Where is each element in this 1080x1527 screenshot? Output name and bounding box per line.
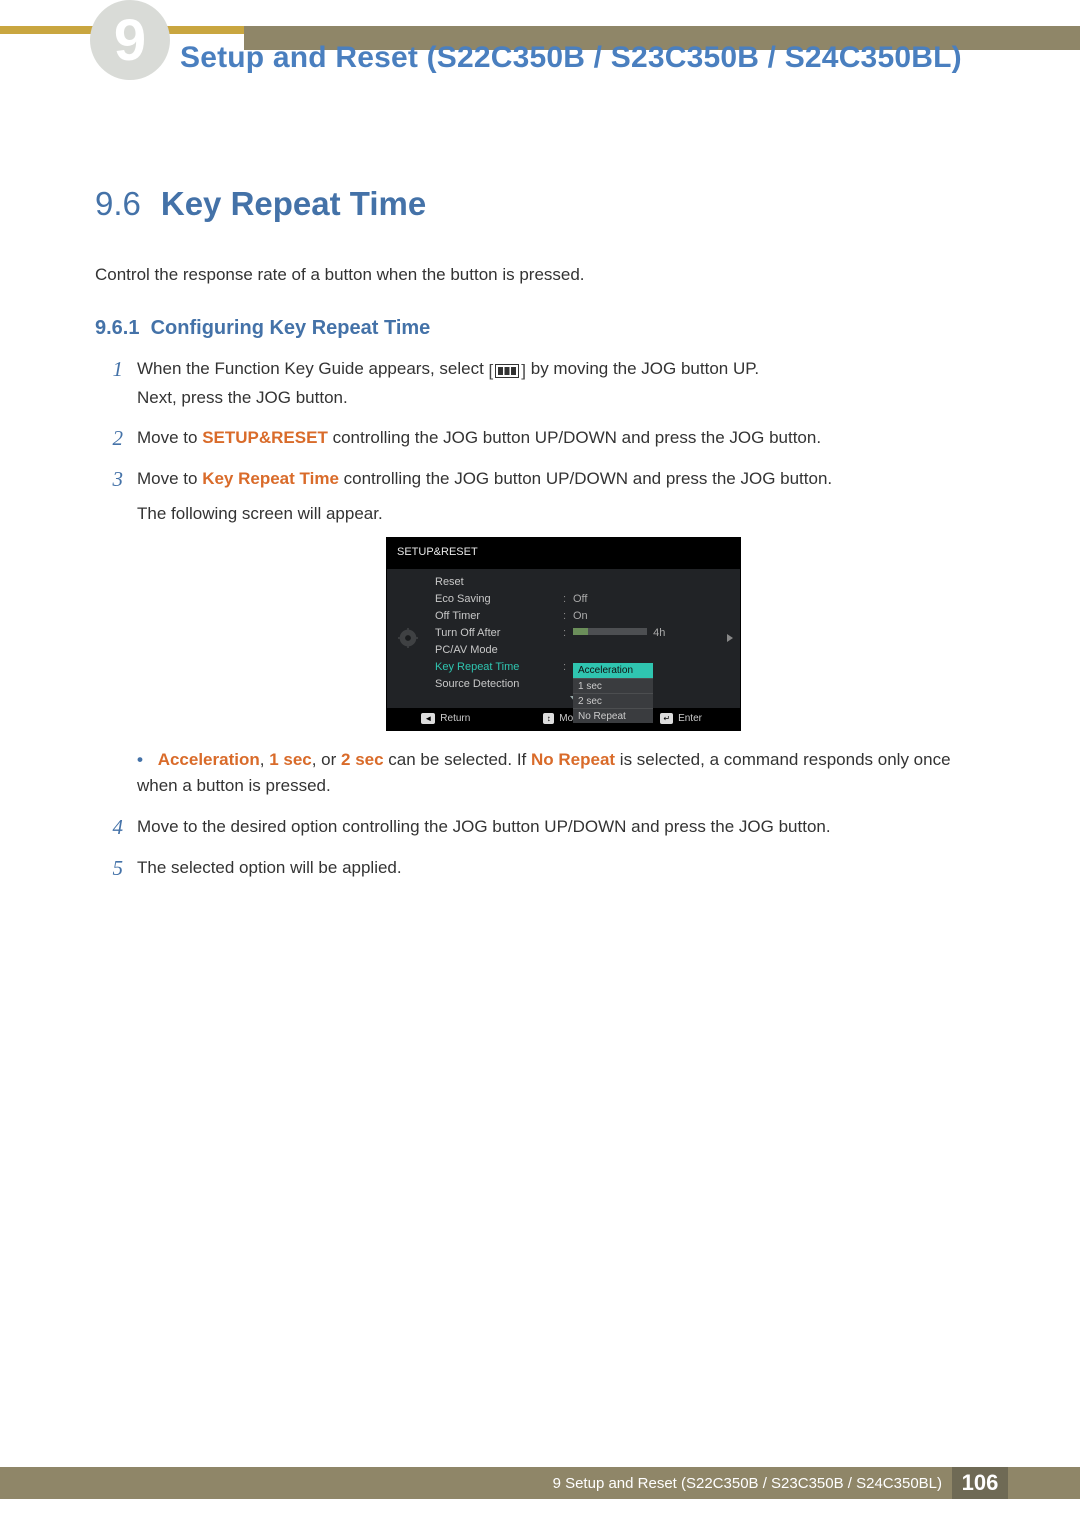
- footer-path: 9 Setup and Reset (S22C350B / S23C350B /…: [553, 1475, 942, 1492]
- osd-item-label: PC/AV Mode: [435, 642, 563, 659]
- emphasis: 1 sec: [269, 750, 312, 769]
- step-text: Move to the desired option controlling t…: [137, 814, 990, 841]
- osd-item-label: Eco Saving: [435, 591, 563, 608]
- osd-item-value: Off: [573, 591, 720, 608]
- note-text: can be selected. If: [384, 750, 531, 769]
- section-number: 9.6: [95, 185, 141, 223]
- osd-left-gutter: [387, 569, 429, 708]
- bullet-icon: •: [137, 750, 153, 769]
- osd-footer-label: Return: [440, 711, 470, 727]
- osd-item-value: On: [573, 608, 720, 625]
- step-text: by moving the JOG button UP.: [531, 359, 759, 378]
- subsection-title: Configuring Key Repeat Time: [151, 317, 431, 339]
- step-text: controlling the JOG button UP/DOWN and p…: [328, 428, 821, 447]
- step-2: 2 Move to SETUP&RESET controlling the JO…: [95, 425, 990, 452]
- step-text: Move to: [137, 428, 202, 447]
- osd-item-label: Reset: [435, 574, 563, 591]
- osd-item-label-active: Key Repeat Time: [435, 659, 563, 676]
- step-text: Move to: [137, 469, 202, 488]
- osd-option: 1 sec: [573, 678, 653, 693]
- step-1: 1 When the Function Key Guide appears, s…: [95, 356, 990, 411]
- emphasis: Acceleration: [158, 750, 260, 769]
- move-key-icon: ↕: [543, 713, 554, 724]
- gear-icon: [398, 628, 418, 648]
- osd-title: SETUP&RESET: [387, 538, 740, 568]
- return-key-icon: ◄: [421, 713, 435, 724]
- step-number: 5: [95, 855, 123, 882]
- subsection-number: 9.6.1: [95, 317, 139, 339]
- emphasis: SETUP&RESET: [202, 428, 328, 447]
- osd-screenshot: SETUP&RESET Reset Eco Saving:Off Off Tim…: [386, 537, 741, 730]
- step-5: 5 The selected option will be applied.: [95, 855, 990, 882]
- subsection-heading: 9.6.1 Configuring Key Repeat Time: [95, 317, 990, 340]
- step-note: • Acceleration, 1 sec, or 2 sec can be s…: [137, 747, 990, 800]
- step-number: 2: [95, 425, 123, 452]
- step-number: 4: [95, 814, 123, 841]
- section-title: Key Repeat Time: [161, 185, 426, 223]
- osd-slider: [573, 628, 647, 635]
- osd-item-label: Turn Off After: [435, 625, 563, 642]
- step-3: 3 Move to Key Repeat Time controlling th…: [95, 466, 990, 799]
- step-text: The selected option will be applied.: [137, 855, 990, 882]
- page-footer: 9 Setup and Reset (S22C350B / S23C350B /…: [0, 1467, 1080, 1499]
- menu-icon: [ ]: [489, 358, 526, 385]
- section-intro: Control the response rate of a button wh…: [95, 265, 990, 285]
- step-number: 1: [95, 356, 123, 411]
- osd-item-label: Source Detection: [435, 676, 563, 693]
- footer-accent: [1008, 1467, 1080, 1499]
- chapter-number-badge: 9: [90, 0, 170, 80]
- osd-option: No Repeat: [573, 708, 653, 723]
- step-text: When the Function Key Guide appears, sel…: [137, 359, 484, 378]
- osd-right-gutter: [720, 569, 740, 708]
- page-title: Setup and Reset (S22C350B / S23C350B / S…: [180, 38, 1020, 77]
- osd-menu: Reset Eco Saving:Off Off Timer:On Turn O…: [429, 569, 720, 708]
- note-text: , or: [312, 750, 341, 769]
- osd-item-label: Off Timer: [435, 608, 563, 625]
- step-text: Next, press the JOG button.: [137, 385, 990, 412]
- chevron-right-icon: [727, 634, 733, 642]
- enter-key-icon: ↵: [660, 713, 673, 724]
- step-4: 4 Move to the desired option controlling…: [95, 814, 990, 841]
- osd-option-selected: Acceleration: [573, 663, 653, 678]
- emphasis: 2 sec: [341, 750, 384, 769]
- osd-footer: ◄Return ↕Move ↵Enter: [387, 708, 740, 730]
- step-text: The following screen will appear.: [137, 501, 990, 528]
- step-number: 3: [95, 466, 123, 799]
- osd-item-value: 4h: [653, 627, 665, 639]
- emphasis: No Repeat: [531, 750, 615, 769]
- osd-footer-label: Enter: [678, 711, 702, 727]
- osd-option-popup: Acceleration 1 sec 2 sec No Repeat: [573, 663, 653, 723]
- emphasis: Key Repeat Time: [202, 469, 339, 488]
- page-number: 106: [952, 1467, 1008, 1499]
- osd-option: 2 sec: [573, 693, 653, 708]
- step-text: controlling the JOG button UP/DOWN and p…: [339, 469, 832, 488]
